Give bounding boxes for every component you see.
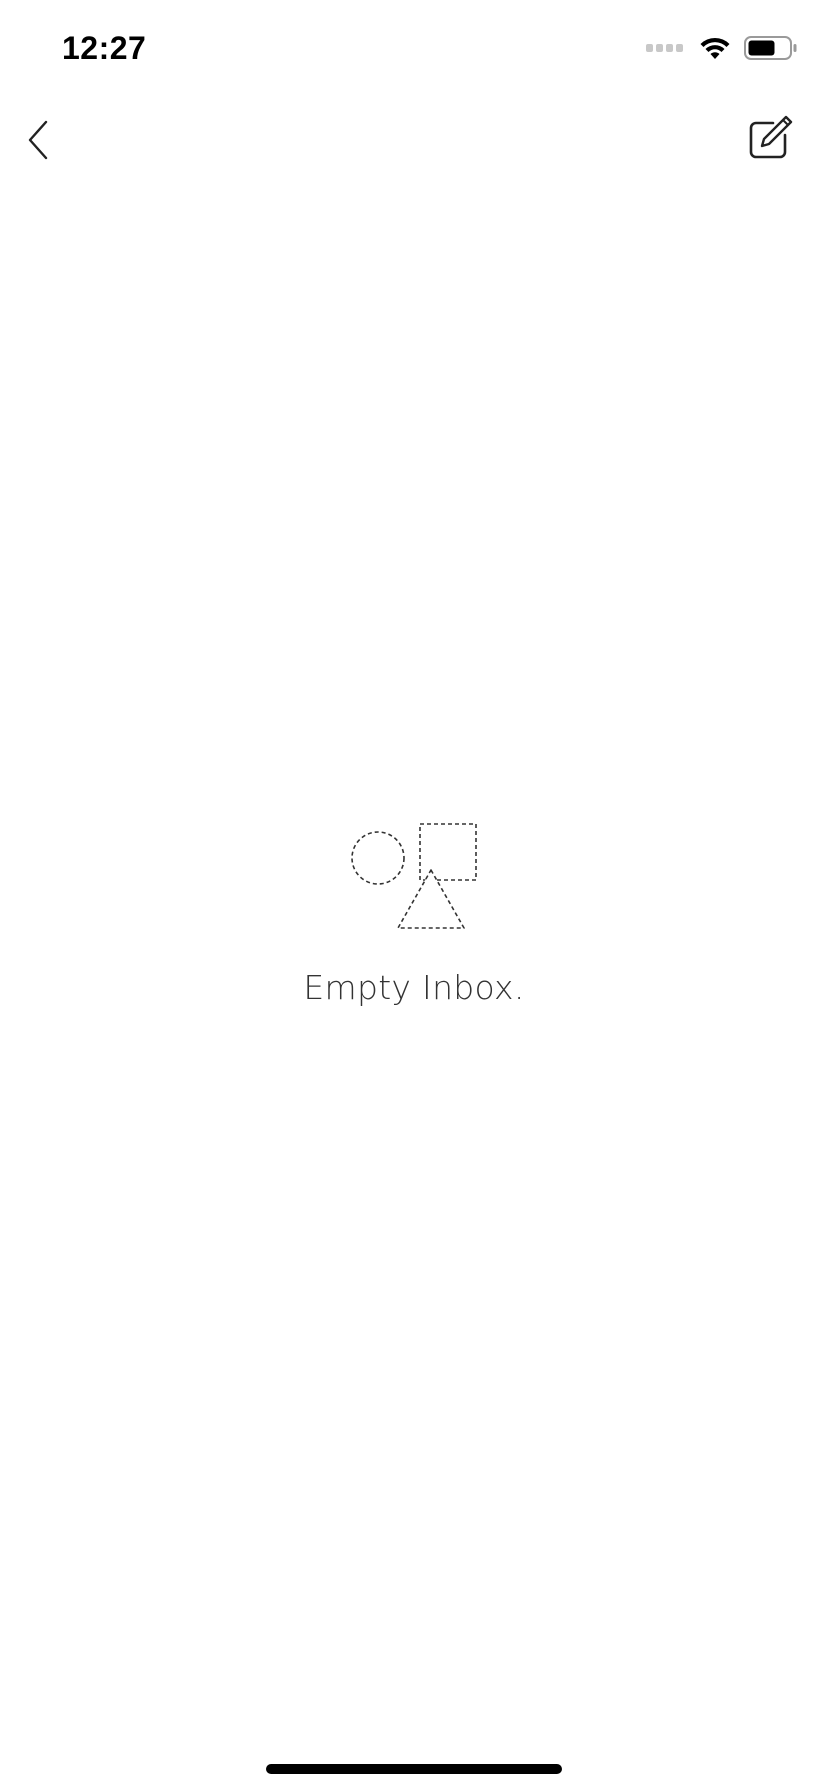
empty-inbox-message: Empty Inbox. (303, 968, 525, 1007)
status-bar: 12:27 (0, 0, 828, 100)
nav-bar (0, 100, 828, 184)
compose-button[interactable] (742, 112, 798, 168)
status-icons (646, 35, 798, 66)
empty-state: Empty Inbox. (0, 810, 828, 1030)
compose-icon (745, 113, 795, 168)
back-button[interactable] (14, 118, 62, 166)
chevron-left-icon (24, 118, 52, 167)
shapes-placeholder-icon (344, 810, 484, 932)
home-indicator[interactable] (266, 1764, 562, 1774)
battery-icon (744, 35, 798, 66)
signal-dots-icon (646, 41, 686, 59)
status-time: 12:27 (62, 30, 147, 66)
wifi-icon (698, 35, 732, 66)
